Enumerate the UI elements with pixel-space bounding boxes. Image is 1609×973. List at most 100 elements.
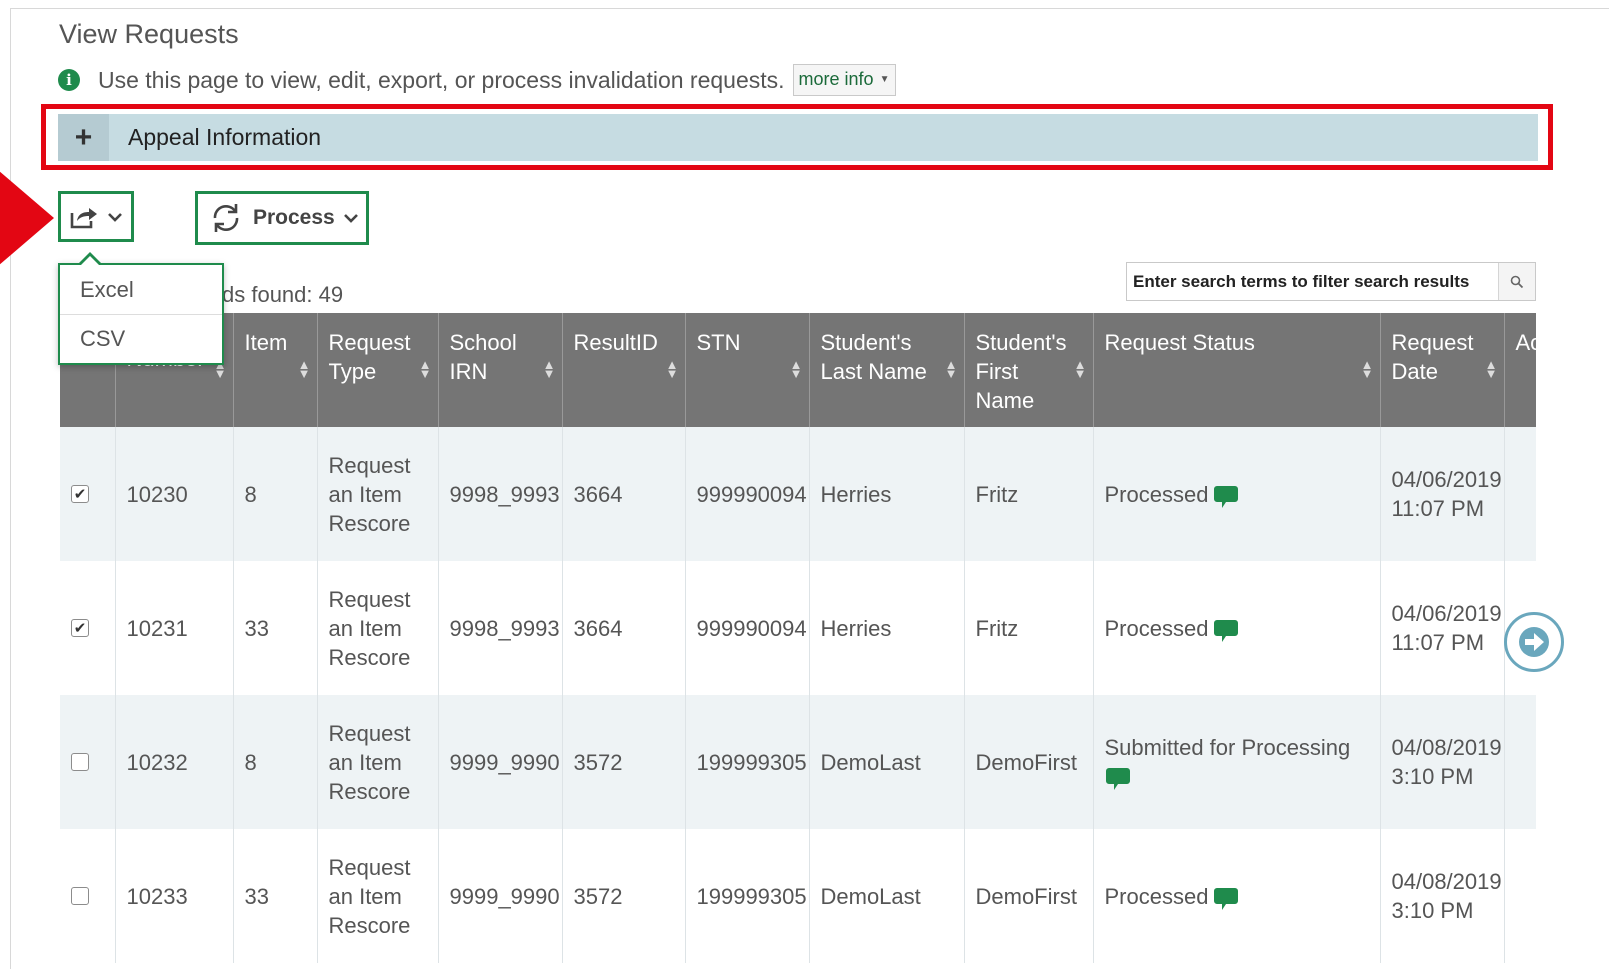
result-id-cell: 3664 — [562, 427, 686, 561]
column-header-request-status[interactable]: Request Status ▲ ▼ — [1093, 313, 1381, 427]
column-header-label: STN — [696, 330, 741, 355]
last-name-cell: DemoLast — [809, 695, 965, 829]
sort-icon: ▲▼ — [665, 357, 679, 381]
comment-bubble-icon[interactable] — [1213, 618, 1239, 642]
stn-cell: 199999305 — [685, 695, 810, 829]
sort-icon: ▲▼ — [1484, 357, 1498, 381]
status-text: Submitted for Processing — [1104, 735, 1351, 760]
request-date-cell: 04/06/2019 11:07 PM — [1380, 561, 1505, 695]
export-dropdown-menu: Excel CSV — [58, 252, 224, 365]
row-checkbox[interactable] — [71, 887, 89, 905]
school-irn-cell: 9998_9993 — [438, 561, 563, 695]
records-found-count: ds found: 49 — [222, 282, 344, 307]
table-header-row: Number ▲▼ Item ▲▼ Request Type ▲▼ School… — [60, 313, 1536, 427]
search-box — [1126, 262, 1536, 301]
info-line: i Use this page to view, edit, export, o… — [58, 64, 897, 96]
stn-cell: 999990094 — [685, 427, 810, 561]
process-label: Process — [253, 206, 335, 229]
column-header-label: Ac Co — [1515, 330, 1537, 355]
first-name-cell: Fritz — [964, 427, 1094, 561]
request-type-cell: Request an Item Rescore — [317, 561, 439, 695]
export-csv-option[interactable]: CSV — [60, 314, 222, 363]
refresh-icon — [209, 201, 243, 235]
column-header-label: Request Status — [1104, 330, 1255, 355]
request-date-cell: 04/08/2019 3:10 PM — [1380, 695, 1505, 829]
more-info-button[interactable]: more info ▼ — [792, 64, 897, 96]
column-header-first-name[interactable]: Student's First Name ▲ ▼ — [964, 313, 1094, 427]
sort-icon: ▲▼ — [418, 357, 432, 381]
status-text: Processed — [1104, 883, 1209, 909]
result-id-cell: 3572 — [562, 829, 686, 963]
table-row[interactable]: 10232 8 Request an Item Rescore 9999_9990 35… — [60, 695, 1536, 829]
row-checkbox[interactable]: ✔ — [71, 485, 89, 503]
last-name-cell: Herries — [809, 427, 965, 561]
info-text: Use this page to view, edit, export, or … — [98, 66, 785, 93]
status-text: Processed — [1104, 615, 1209, 641]
search-input[interactable] — [1127, 262, 1498, 301]
column-header-stn[interactable]: STN ▲ ▼ — [685, 313, 810, 427]
export-button[interactable] — [58, 191, 134, 242]
column-header-school-irn[interactable]: School IRN ▲ ▼ — [438, 313, 563, 427]
school-irn-cell: 9999_9990 — [438, 695, 563, 829]
table-row[interactable]: 10233 33 Request an Item Rescore 9999_9990 3… — [60, 829, 1536, 963]
stn-cell: 199999305 — [685, 829, 810, 963]
chevron-down-icon — [107, 211, 123, 223]
action-cell — [1504, 427, 1536, 561]
last-name-cell: Herries — [809, 561, 965, 695]
action-cell — [1504, 829, 1536, 963]
column-header-request-date[interactable]: Request Date ▲ ▼ — [1380, 313, 1505, 427]
comment-bubble-icon[interactable] — [1213, 484, 1239, 508]
sort-icon: ▲▼ — [297, 357, 311, 381]
column-header-last-name[interactable]: Student's Last Name ▲ ▼ — [809, 313, 965, 427]
stn-cell: 999990094 — [685, 561, 810, 695]
item-cell: 33 — [233, 561, 318, 695]
column-header-item[interactable]: Item ▲ ▼ — [233, 313, 318, 427]
table-row[interactable]: ✔ 10230 8 Request an Item Rescore 9998_9993 3… — [60, 427, 1536, 561]
column-header-label: Request Date — [1391, 330, 1474, 384]
search-button[interactable] — [1498, 263, 1535, 300]
export-excel-option[interactable]: Excel — [60, 265, 222, 314]
column-header-action-comments[interactable]: Ac Co — [1504, 313, 1536, 427]
column-header-label: Student's Last Name — [820, 330, 927, 384]
row-checkbox[interactable] — [71, 753, 89, 771]
highlight-box — [41, 104, 1553, 170]
last-name-cell: DemoLast — [809, 829, 965, 963]
row-select-cell: ✔ — [60, 561, 116, 695]
request-type-cell: Request an Item Rescore — [317, 695, 439, 829]
first-name-cell: DemoFirst — [964, 829, 1094, 963]
column-header-label: School IRN — [449, 330, 517, 384]
result-id-cell: 3664 — [562, 561, 686, 695]
item-cell: 33 — [233, 829, 318, 963]
request-date: 04/06/2019 — [1391, 601, 1502, 626]
number-cell: 10230 — [115, 427, 234, 561]
caret-down-icon: ▼ — [879, 74, 890, 85]
sort-icon: ▲▼ — [944, 357, 958, 381]
column-header-result-id[interactable]: ResultID ▲ ▼ — [562, 313, 686, 427]
row-select-cell — [60, 695, 116, 829]
process-button[interactable]: Process — [195, 191, 369, 245]
column-header-request-type[interactable]: Request Type ▲ ▼ — [317, 313, 439, 427]
share-export-icon — [69, 204, 99, 230]
comment-bubble-icon[interactable] — [1213, 886, 1239, 910]
request-date: 04/08/2019 — [1391, 869, 1502, 894]
number-cell: 10233 — [115, 829, 234, 963]
item-cell: 8 — [233, 695, 318, 829]
item-cell: 8 — [233, 427, 318, 561]
comment-bubble-icon[interactable] — [1105, 766, 1131, 791]
request-type-cell: Request an Item Rescore — [317, 427, 439, 561]
table-row[interactable]: ✔ 10231 33 Request an Item Rescore 9998_9993… — [60, 561, 1536, 695]
status-text: Processed — [1104, 481, 1209, 507]
row-checkbox[interactable]: ✔ — [71, 619, 89, 637]
column-header-label: Student's First Name — [975, 330, 1067, 413]
school-irn-cell: 9999_9990 — [438, 829, 563, 963]
school-irn-cell: 9998_9993 — [438, 427, 563, 561]
callout-arrow — [0, 170, 54, 266]
column-header-label: Request Type — [328, 330, 411, 384]
request-time: 11:07 PM — [1391, 496, 1485, 521]
more-info-label: more info — [798, 69, 874, 89]
request-status-cell: Submitted for Processing — [1093, 695, 1381, 829]
result-id-cell: 3572 — [562, 695, 686, 829]
first-name-cell: Fritz — [964, 561, 1094, 695]
scroll-right-button[interactable] — [1504, 612, 1564, 672]
request-date: 04/06/2019 — [1391, 467, 1502, 492]
